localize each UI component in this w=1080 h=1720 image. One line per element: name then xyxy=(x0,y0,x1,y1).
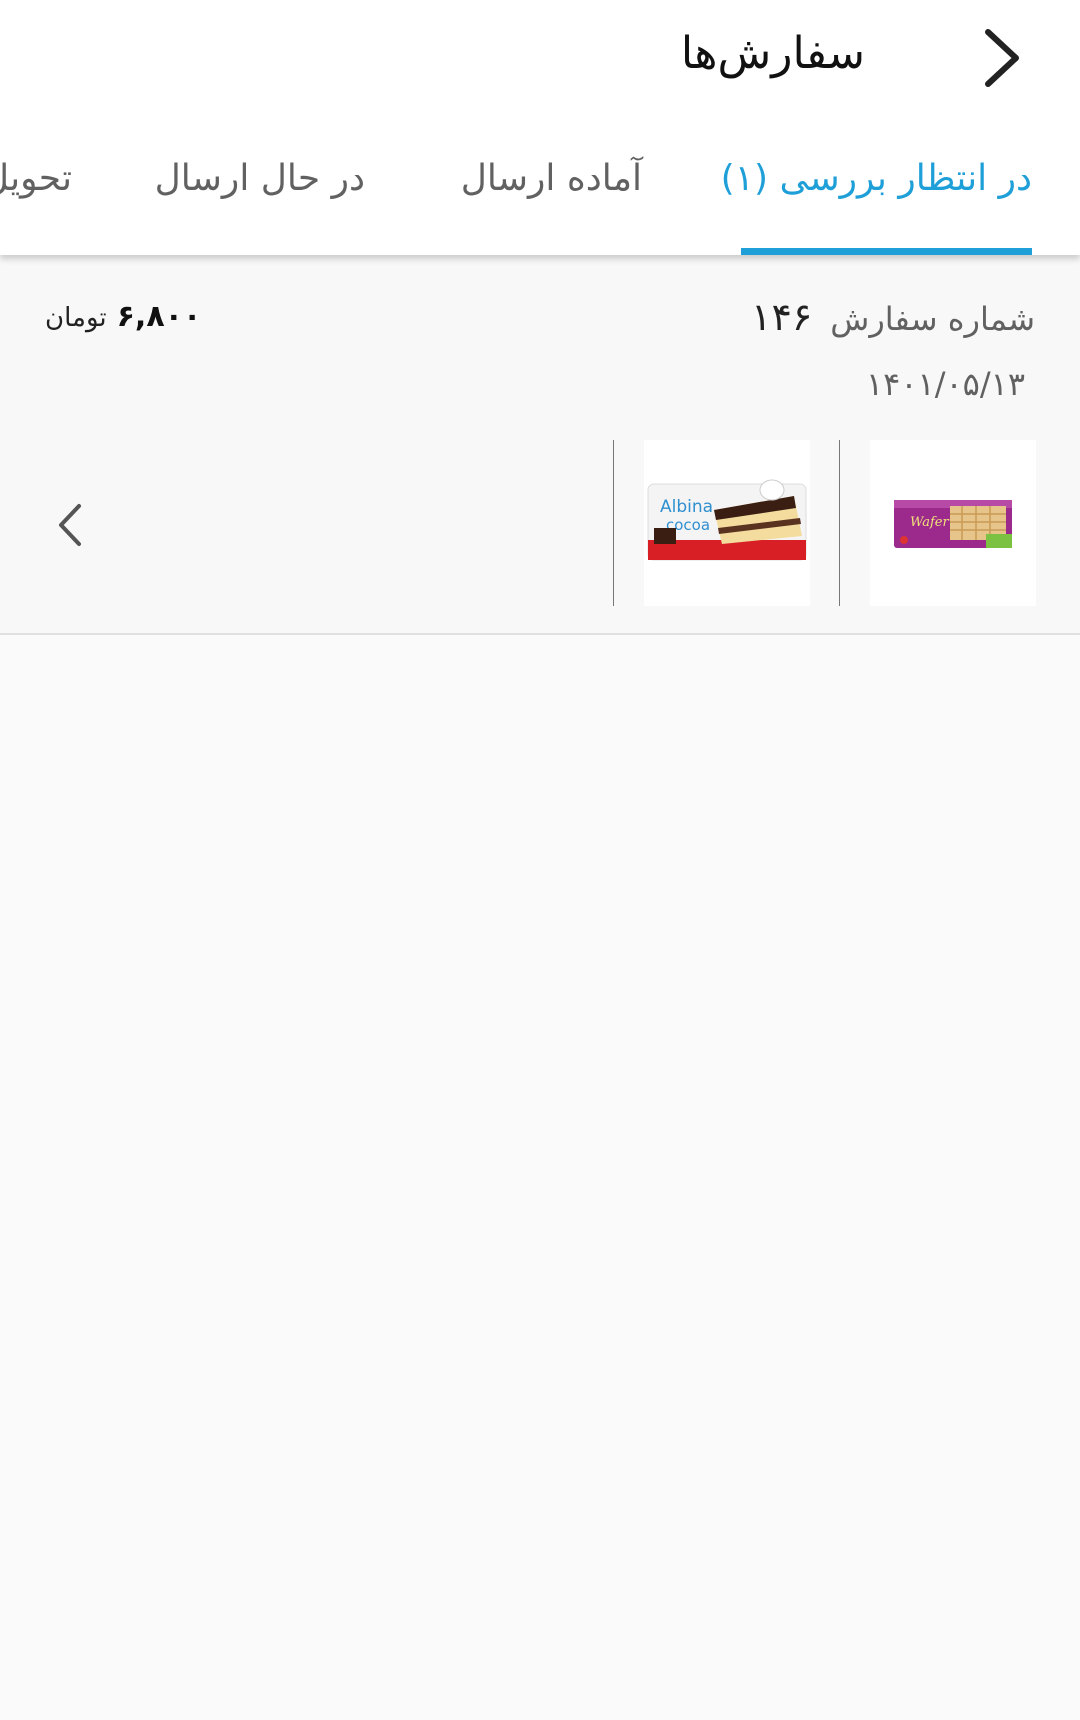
svg-text:Albina: Albina xyxy=(660,497,713,517)
wafer-product-image: Wafer xyxy=(894,500,1012,548)
tab-ready-to-ship[interactable]: آماده ارسال xyxy=(461,130,642,255)
order-item-thumbnail: Wafer xyxy=(870,440,1036,606)
tab-delivered[interactable]: تحویل xyxy=(0,130,72,255)
order-date: ۱۴۰۱/۰۵/۱۳ xyxy=(865,365,1025,403)
price-value: ۶,۸۰۰ xyxy=(116,299,202,334)
tab-pending-review[interactable]: در انتظار بررسی (۱) xyxy=(721,130,1032,255)
chevron-right-icon xyxy=(985,29,1019,87)
order-number-label: شماره سفارش xyxy=(830,300,1035,338)
price-currency: تومان xyxy=(45,303,107,333)
order-item-thumbnail: Albina cocoa xyxy=(644,440,810,606)
app-header: سفارش‌ها در انتظار بررسی (۱) آماده ارسال… xyxy=(0,0,1080,255)
tab-shipping[interactable]: در حال ارسال xyxy=(155,130,365,255)
order-card[interactable]: شماره سفارش ۱۴۶ ۱۴۰۱/۰۵/۱۳ ۶,۸۰۰ تومان W… xyxy=(0,255,1080,635)
page-title: سفارش‌ها xyxy=(680,28,865,79)
albina-cocoa-product-image: Albina cocoa xyxy=(647,479,807,561)
svg-text:Wafer: Wafer xyxy=(910,515,949,530)
thumbnail-divider xyxy=(613,440,614,606)
active-tab-indicator xyxy=(741,248,1032,255)
chevron-left-icon xyxy=(59,504,81,546)
order-number-value: ۱۴۶ xyxy=(751,295,813,339)
order-details-arrow[interactable] xyxy=(45,495,95,555)
thumbnail-divider xyxy=(839,440,840,606)
back-button[interactable] xyxy=(964,20,1040,96)
order-status-tabs: در انتظار بررسی (۱) آماده ارسال در حال ا… xyxy=(0,130,1080,255)
order-price: ۶,۸۰۰ تومان xyxy=(45,299,201,334)
order-number-row: شماره سفارش ۱۴۶ xyxy=(751,295,1035,339)
